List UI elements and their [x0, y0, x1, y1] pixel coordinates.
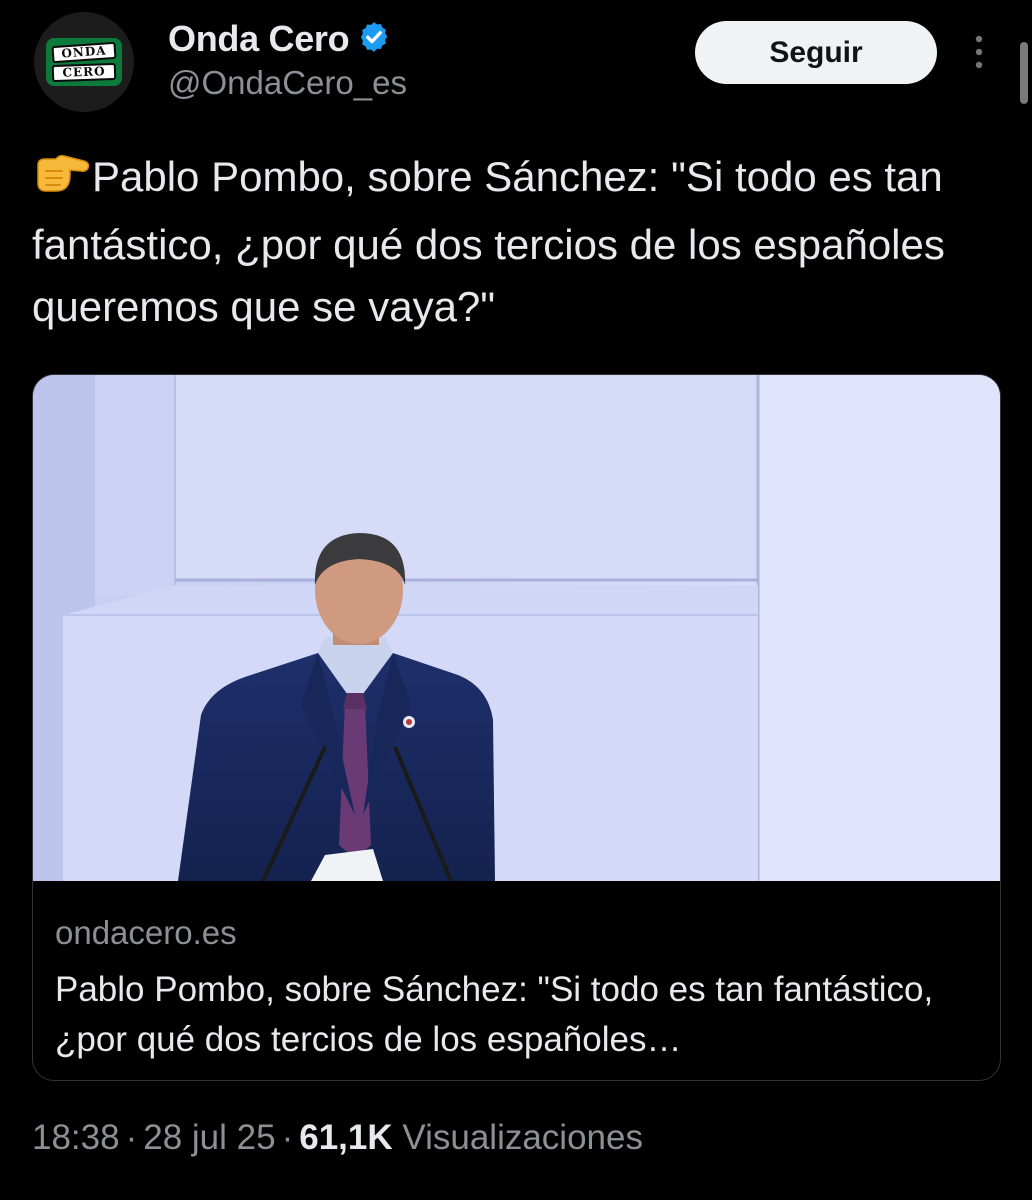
display-name[interactable]: Onda Cero: [168, 18, 350, 60]
card-meta: ondacero.es Pablo Pombo, sobre Sánchez: …: [55, 911, 975, 1065]
scrollbar-thumb[interactable]: [1020, 42, 1028, 104]
verified-badge-icon: [357, 20, 391, 59]
tweet-date[interactable]: 28 jul 25: [143, 1118, 275, 1157]
tweet-time[interactable]: 18:38: [32, 1118, 120, 1157]
follow-button[interactable]: Seguir: [695, 21, 937, 84]
more-vertical-icon: [975, 35, 983, 69]
views-count[interactable]: 61,1K: [299, 1118, 392, 1157]
separator: ·: [125, 1118, 138, 1157]
logo-word-bottom: CERO: [51, 62, 117, 82]
display-name-row[interactable]: Onda Cero: [168, 18, 391, 60]
separator: ·: [281, 1118, 294, 1157]
pointing-right-emoji-icon: [32, 151, 90, 214]
more-options-button[interactable]: [962, 30, 996, 74]
tweet-metadata: 18:38 · 28 jul 25 · 61,1K Visualizaciones: [32, 1118, 643, 1158]
card-title[interactable]: Pablo Pombo, sobre Sánchez: "Si todo es …: [55, 965, 975, 1065]
views-label: Visualizaciones: [402, 1118, 643, 1157]
tweet-text: Pablo Pombo, sobre Sánchez: "Si todo es …: [32, 146, 1007, 338]
account-handle[interactable]: @OndaCero_es: [168, 64, 407, 102]
onda-cero-logo: ONDA CERO: [46, 38, 122, 86]
card-photo[interactable]: [33, 375, 1001, 881]
tweet-body: Pablo Pombo, sobre Sánchez: "Si todo es …: [32, 153, 945, 330]
avatar[interactable]: ONDA CERO: [34, 12, 134, 112]
logo-word-top: ONDA: [51, 41, 117, 63]
tweet-view: ONDA CERO Onda Cero @OndaCero_es Seguir …: [0, 0, 1032, 1200]
link-card[interactable]: ondacero.es Pablo Pombo, sobre Sánchez: …: [32, 374, 1001, 1081]
card-domain[interactable]: ondacero.es: [55, 911, 975, 955]
